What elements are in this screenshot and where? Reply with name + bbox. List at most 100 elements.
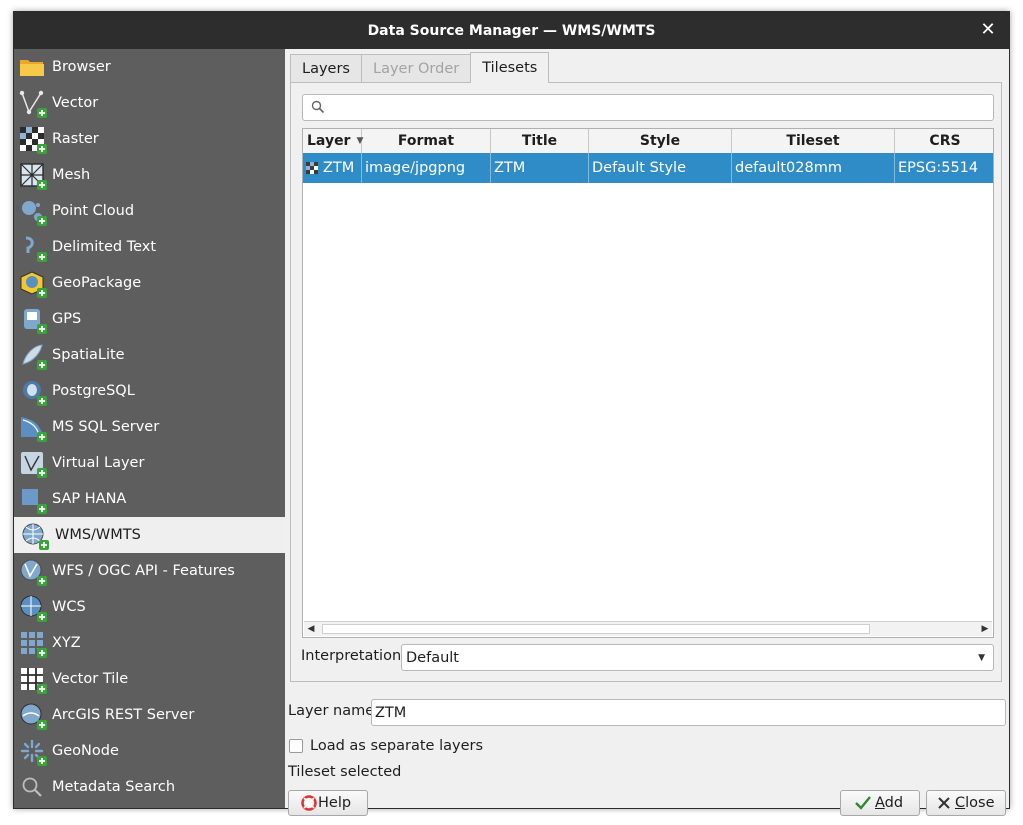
button-label: Help xyxy=(318,795,352,811)
column-header-format[interactable]: Format xyxy=(362,129,491,153)
cell-tileset: default028mm xyxy=(732,153,895,183)
tab-tilesets[interactable]: Tilesets xyxy=(470,52,550,83)
sidebar-item-wfs-ogc-api-features[interactable]: WFS / OGC API - Features xyxy=(14,553,285,589)
sidebar-item-spatialite[interactable]: SpatiaLite xyxy=(14,337,285,373)
sidebar-item-label: GPS xyxy=(52,311,82,327)
column-label: Style xyxy=(639,133,681,149)
label-rest: lose xyxy=(965,795,995,811)
sidebar-item-label: SAP HANA xyxy=(52,491,127,507)
scroll-right-icon[interactable]: ▶ xyxy=(978,622,992,636)
layer-name-value: ZTM xyxy=(375,704,407,721)
wms-icon xyxy=(20,521,49,550)
layer-name-input[interactable]: ZTM xyxy=(371,699,1006,726)
column-label: Tileset xyxy=(786,133,840,149)
sidebar-item-geopackage[interactable]: GeoPackage xyxy=(14,265,285,301)
sidebar-item-vector[interactable]: Vector xyxy=(14,85,285,121)
raster-icon xyxy=(306,162,318,174)
column-header-style[interactable]: Style xyxy=(589,129,732,153)
sidebar-item-label: WMS/WMTS xyxy=(55,527,141,543)
cell-crs: EPSG:5514 xyxy=(895,153,993,183)
spatialite-icon xyxy=(18,341,47,370)
wcs-icon xyxy=(18,593,47,622)
help-button[interactable]: Help xyxy=(288,790,368,816)
load-separate-checkbox[interactable]: Load as separate layers xyxy=(289,738,483,754)
sidebar-item-label: XYZ xyxy=(52,635,81,651)
cell-text: Default Style xyxy=(592,160,687,176)
column-header-title[interactable]: Title xyxy=(491,129,589,153)
checkbox-box[interactable] xyxy=(289,739,303,753)
sidebar: Browser Vector Raster Mesh Point Cloud Delimi… xyxy=(14,49,285,808)
tilesets-table[interactable]: Layer ▼ Format Title Style Tileset CRS ZT… xyxy=(302,128,994,638)
sidebar-item-point-cloud[interactable]: Point Cloud xyxy=(14,193,285,229)
column-header-layer[interactable]: Layer ▼ xyxy=(303,129,363,153)
column-header-crs[interactable]: CRS xyxy=(895,129,993,153)
column-label: Layer xyxy=(307,133,351,149)
wfs-icon xyxy=(18,557,47,586)
mnemonic-char: A xyxy=(875,795,885,811)
interpretation-select[interactable]: Default ▼ xyxy=(401,644,994,671)
sidebar-item-raster[interactable]: Raster xyxy=(14,121,285,157)
sidebar-item-gps[interactable]: GPS xyxy=(14,301,285,337)
sidebar-item-sap-hana[interactable]: SAP HANA xyxy=(14,481,285,517)
sidebar-item-label: WFS / OGC API - Features xyxy=(52,563,235,579)
metadata-search-icon xyxy=(18,773,46,801)
geonode-icon xyxy=(18,737,47,766)
gps-icon xyxy=(18,305,47,334)
tab-label: Layers xyxy=(302,61,350,77)
table-row[interactable]: ZTM image/jpgpng ZTM Default Style defau… xyxy=(303,153,993,183)
sidebar-item-label: SpatiaLite xyxy=(52,347,125,363)
tab-label: Layer Order xyxy=(372,61,460,77)
cell-text: ZTM xyxy=(494,160,526,176)
tab-layer-order[interactable]: Layer Order xyxy=(360,54,472,83)
sidebar-item-label: Raster xyxy=(52,131,99,147)
delimited-text-icon xyxy=(18,233,47,262)
search-input[interactable] xyxy=(302,94,994,121)
xyz-icon xyxy=(18,629,47,658)
button-label: Close xyxy=(955,795,995,811)
cell-layer: ZTM xyxy=(303,153,362,183)
close-button[interactable]: Close xyxy=(926,790,1006,816)
postgresql-icon xyxy=(18,377,47,406)
button-label: Add xyxy=(875,795,903,811)
mnemonic-char: C xyxy=(955,795,966,811)
sidebar-item-arcgis-rest-server[interactable]: ArcGIS REST Server xyxy=(14,697,285,733)
sidebar-item-vector-tile[interactable]: Vector Tile xyxy=(14,661,285,697)
scroll-left-icon[interactable]: ◀ xyxy=(304,622,318,636)
tab-layers[interactable]: Layers xyxy=(290,54,362,83)
interpretation-value: Default xyxy=(406,649,459,666)
tab-label: Tilesets xyxy=(482,60,538,76)
checkbox-label: Load as separate layers xyxy=(310,738,484,754)
sidebar-item-mesh[interactable]: Mesh xyxy=(14,157,285,193)
scrollbar-thumb[interactable] xyxy=(322,624,870,634)
column-header-tileset[interactable]: Tileset xyxy=(732,129,895,153)
sidebar-item-metadata-search[interactable]: Metadata Search xyxy=(14,769,285,805)
layer-name-label: Layer name xyxy=(288,703,375,719)
sidebar-item-browser[interactable]: Browser xyxy=(14,49,285,85)
sidebar-item-label: ArcGIS REST Server xyxy=(52,707,195,723)
sidebar-item-label: GeoNode xyxy=(52,743,119,759)
label-rest: dd xyxy=(884,795,904,811)
sidebar-item-postgresql[interactable]: PostgreSQL xyxy=(14,373,285,409)
sidebar-item-xyz[interactable]: XYZ xyxy=(14,625,285,661)
sidebar-item-ms-sql-server[interactable]: MS SQL Server xyxy=(14,409,285,445)
checkmark-icon xyxy=(855,796,871,810)
sidebar-item-label: PostgreSQL xyxy=(52,383,135,399)
sidebar-item-label: Point Cloud xyxy=(52,203,135,219)
sidebar-item-geonode[interactable]: GeoNode xyxy=(14,733,285,769)
sidebar-item-wms-wmts[interactable]: WMS/WMTS xyxy=(14,517,285,553)
horizontal-scrollbar[interactable]: ◀ ▶ xyxy=(304,621,992,636)
close-icon xyxy=(937,796,951,810)
geopackage-icon xyxy=(18,269,47,298)
sidebar-item-wcs[interactable]: WCS xyxy=(14,589,285,625)
add-button[interactable]: Add xyxy=(840,790,920,816)
sidebar-item-delimited-text[interactable]: Delimited Text xyxy=(14,229,285,265)
column-label: CRS xyxy=(929,133,961,149)
search-icon xyxy=(311,100,325,118)
sidebar-item-virtual-layer[interactable]: Virtual Layer xyxy=(14,445,285,481)
cell-title: ZTM xyxy=(491,153,589,183)
sidebar-item-label: Vector Tile xyxy=(52,671,129,687)
virtual-layer-icon xyxy=(18,449,47,478)
window-close-button[interactable]: ✕ xyxy=(979,21,997,39)
table-header: Layer ▼ Format Title Style Tileset CRS xyxy=(303,129,993,154)
data-source-manager-window: Data Source Manager — WMS/WMTS ✕ Browser… xyxy=(13,11,1010,816)
